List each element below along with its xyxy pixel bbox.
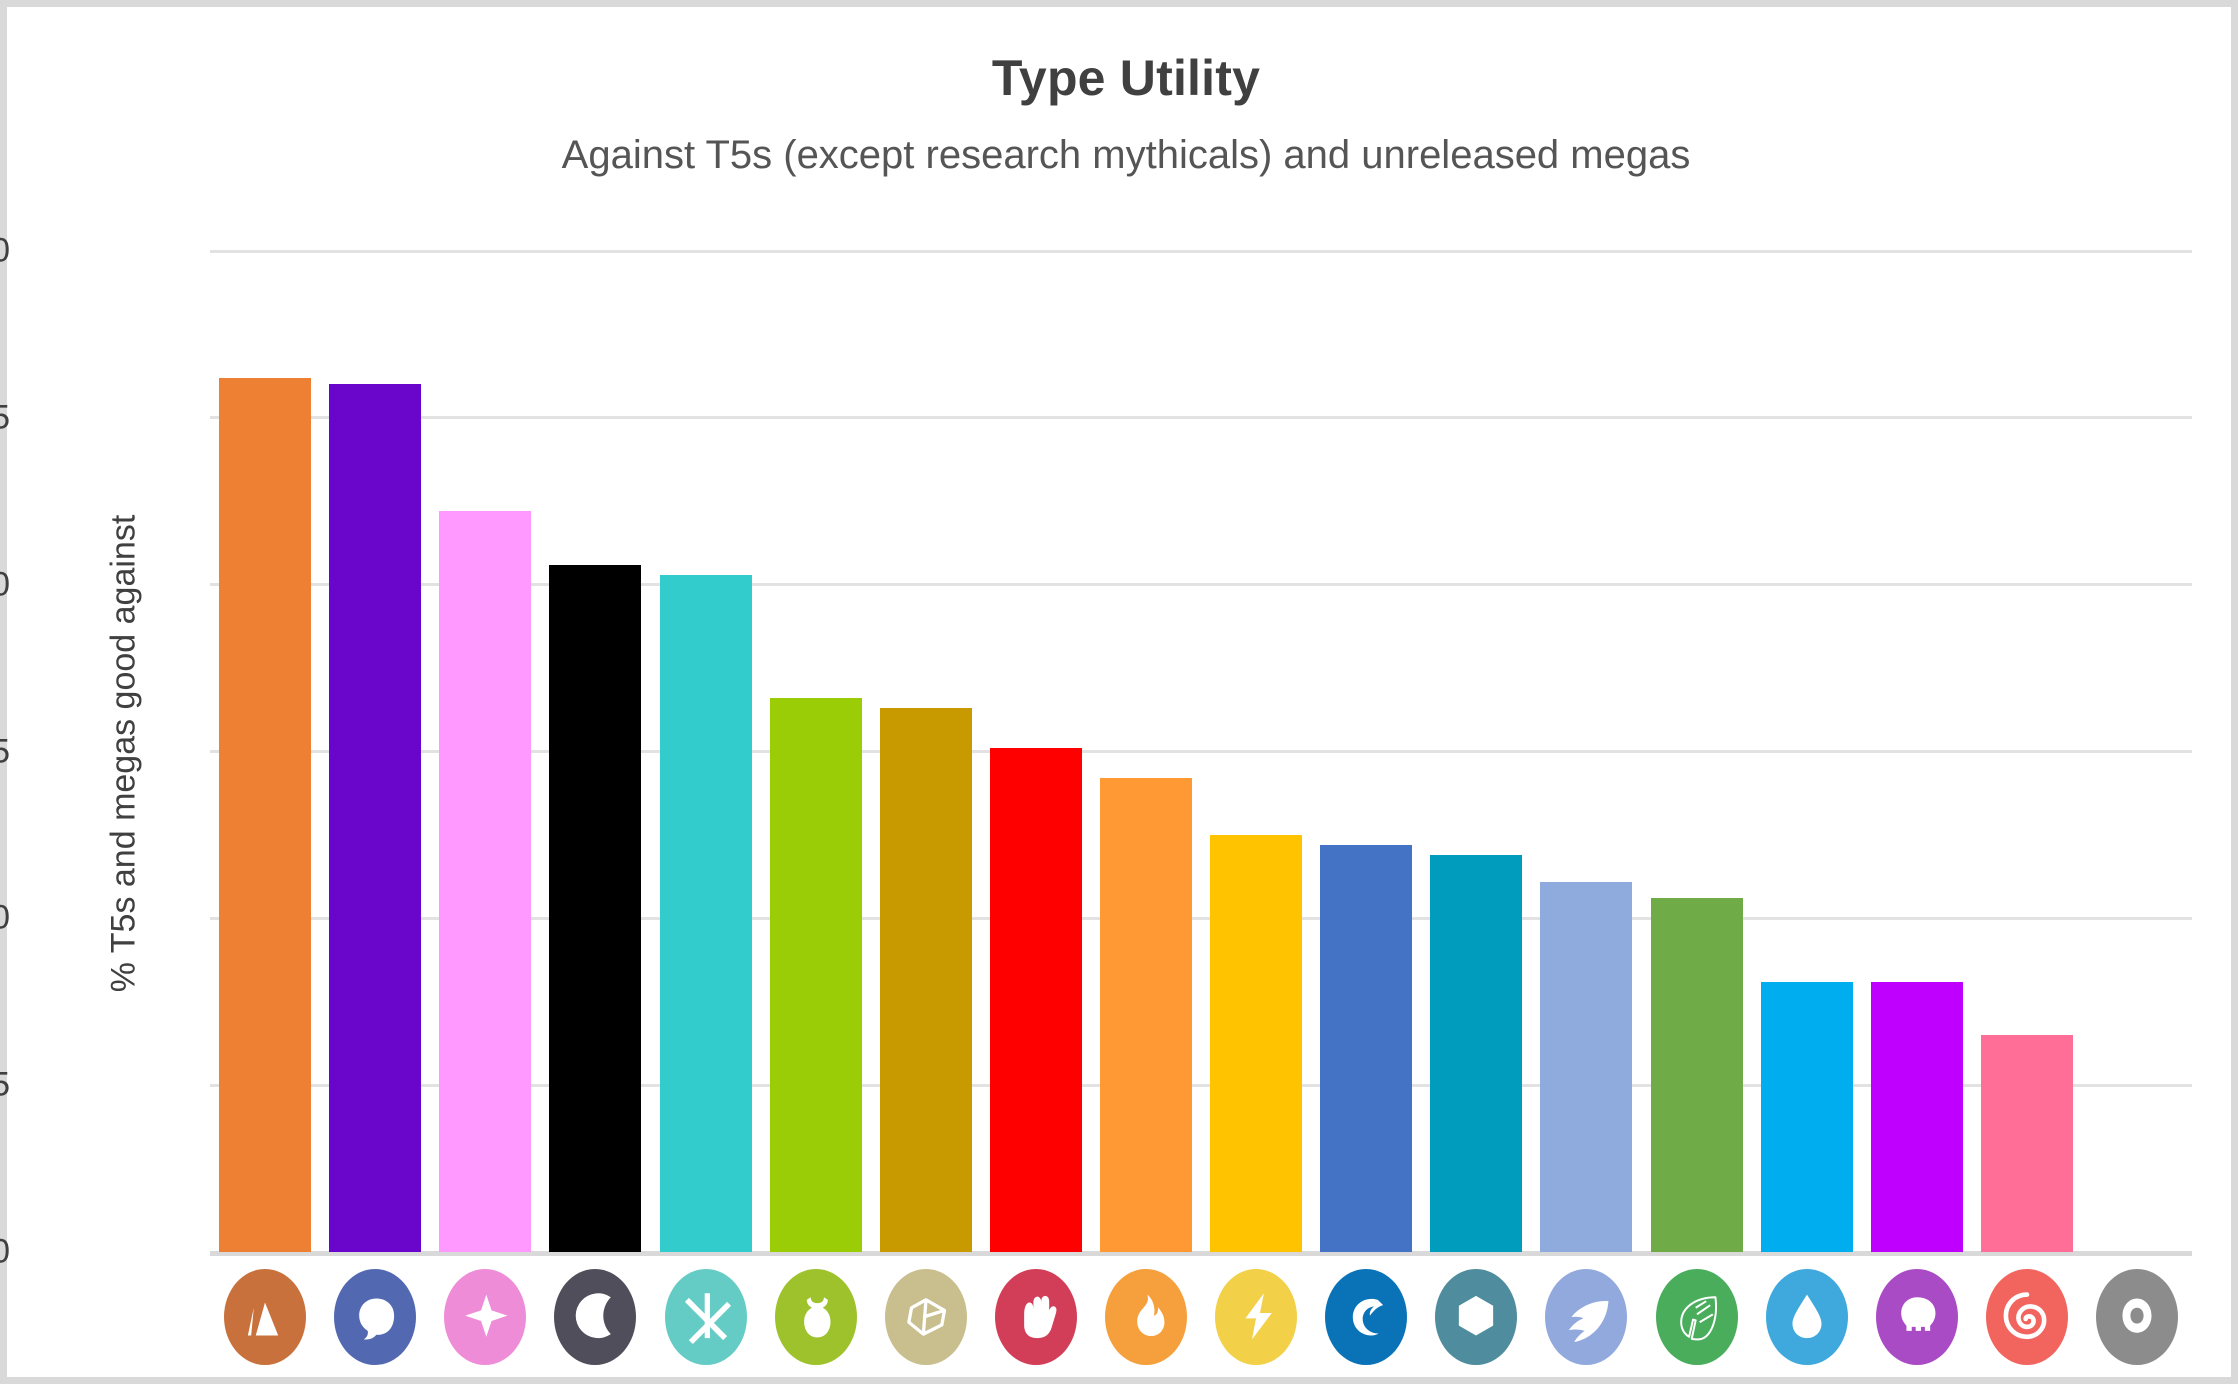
normal-icon [2095,1269,2178,1365]
bar-ghost[interactable] [329,384,422,1252]
x-axis-icon-rock[interactable] [219,1269,311,1365]
bug-icon [774,1269,857,1365]
x-axis-icon-dark[interactable] [549,1269,641,1365]
ice-icon [664,1269,747,1365]
fairy-icon [444,1269,527,1365]
y-axis-title: % T5s and megas good against [104,514,143,993]
bar-flying[interactable] [1540,881,1633,1252]
bar-poison[interactable] [1870,981,1963,1252]
x-axis-icon-ghost[interactable] [329,1269,421,1365]
grass-icon [1655,1269,1738,1365]
x-axis-icon-poison[interactable] [1871,1269,1963,1365]
x-axis-icon-flying[interactable] [1540,1269,1632,1365]
bar-dragon[interactable] [1320,844,1413,1252]
fighting-icon [994,1269,1077,1365]
bar-grass[interactable] [1650,898,1743,1252]
y-axis-tick-label: 0 [0,1232,10,1271]
x-axis-icon-fairy[interactable] [439,1269,531,1365]
bar-ice[interactable] [659,574,752,1252]
dragon-icon [1325,1269,1408,1365]
chart-frame: Type Utility Against T5s (except researc… [0,0,2238,1384]
bar-psychic[interactable] [1980,1035,2073,1252]
bar-bug[interactable] [769,698,862,1252]
x-axis-icon-normal[interactable] [2091,1269,2183,1365]
bar-water[interactable] [1760,981,1853,1252]
y-axis-tick-label: 30 [0,231,10,270]
x-axis-icon-fighting[interactable] [990,1269,1082,1365]
bar-dark[interactable] [549,564,642,1252]
x-axis-icon-bug[interactable] [770,1269,862,1365]
y-axis-tick-label: 25 [0,398,10,437]
water-icon [1765,1269,1848,1365]
x-axis-icon-water[interactable] [1761,1269,1853,1365]
bar-series [210,251,2192,1252]
bar-steel[interactable] [1430,854,1523,1252]
flying-icon [1545,1269,1628,1365]
bar-electric[interactable] [1210,834,1303,1252]
psychic-icon [1985,1269,2068,1365]
bar-ground[interactable] [879,708,972,1252]
y-axis-tick-label: 10 [0,898,10,937]
x-axis-icon-steel[interactable] [1430,1269,1522,1365]
bar-fairy[interactable] [439,511,532,1252]
rock-icon [224,1269,307,1365]
electric-icon [1215,1269,1298,1365]
x-axis-icon-electric[interactable] [1210,1269,1302,1365]
x-axis-icon-fire[interactable] [1100,1269,1192,1365]
bar-fire[interactable] [1099,778,1192,1252]
fire-icon [1104,1269,1187,1365]
chart-title: Type Utility [991,50,1261,106]
steel-icon [1435,1269,1518,1365]
dark-icon [554,1269,637,1365]
x-axis-icon-grass[interactable] [1651,1269,1743,1365]
x-axis-icon-psychic[interactable] [1981,1269,2073,1365]
x-axis-type-icons [210,1269,2192,1369]
chart-subtitle: Against T5s (except research mythicals) … [561,133,1691,177]
y-axis-tick-label: 5 [0,1065,10,1104]
ground-icon [884,1269,967,1365]
bar-fighting[interactable] [989,748,1082,1252]
y-axis-tick-label: 20 [0,565,10,604]
ghost-icon [334,1269,417,1365]
x-axis-icon-ground[interactable] [880,1269,972,1365]
x-axis-icon-dragon[interactable] [1320,1269,1412,1365]
plot-area [210,249,2192,1256]
y-axis-tick-label: 15 [0,732,10,770]
poison-icon [1875,1269,1958,1365]
bar-rock[interactable] [219,377,312,1252]
x-axis-icon-ice[interactable] [660,1269,752,1365]
